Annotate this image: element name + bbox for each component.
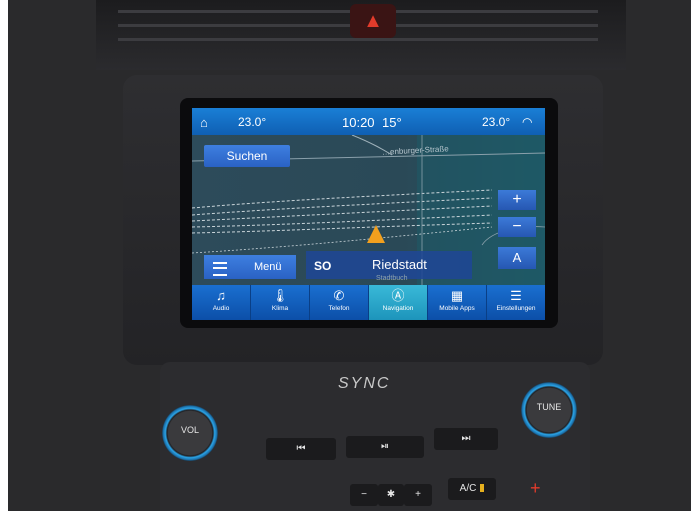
volume-knob[interactable]: VOL <box>162 405 218 461</box>
hazard-button[interactable]: ▲ <box>350 4 396 38</box>
apps-grid-icon: ▦ <box>450 288 464 303</box>
vol-label: VOL <box>180 425 199 435</box>
bottom-navigation: ♫ Audio 🌡 Klima ✆ Telefon Ⓐ Navigation ▦… <box>192 285 545 320</box>
outside-temperature: 15° <box>382 115 402 130</box>
fan-decrease-button[interactable]: − <box>350 484 378 506</box>
tab-einstellungen[interactable]: ☰ Einstellungen <box>487 285 545 320</box>
tune-knob[interactable]: TUNE <box>521 382 577 438</box>
navigation-icon: Ⓐ <box>391 288 405 303</box>
play-pause-button[interactable]: ⏯ <box>346 436 424 458</box>
tune-label: TUNE <box>536 402 562 412</box>
street-name: Riedstadt <box>372 257 427 272</box>
tab-mobile-apps[interactable]: ▦ Mobile Apps <box>428 285 487 320</box>
tab-label: Audio <box>212 305 230 312</box>
previous-track-button[interactable]: ⏮ <box>266 438 336 460</box>
clock: 10:20 <box>342 115 375 130</box>
ac-button[interactable]: A/C <box>448 478 496 500</box>
menu-button[interactable]: Menü <box>204 255 296 279</box>
navigation-map[interactable]: …enburger-Straße Suchen + − A Menü SO Ri… <box>192 135 545 285</box>
sync-screen: ⌂ 23.0° 10:20 15° 23.0° ◠ …enburger-Stra <box>192 108 545 320</box>
tab-label: Mobile Apps <box>439 305 475 312</box>
sync-logo: SYNC <box>338 375 391 392</box>
status-bar: ⌂ 23.0° 10:20 15° 23.0° ◠ <box>192 108 545 135</box>
right-temperature[interactable]: 23.0° <box>482 115 510 129</box>
vehicle-position-icon <box>367 225 385 243</box>
left-temperature[interactable]: 23.0° <box>238 115 266 129</box>
fan-icon: ✱ <box>378 484 404 506</box>
menu-label: Menü <box>254 261 282 273</box>
vent-slat <box>118 38 598 41</box>
tab-audio[interactable]: ♫ Audio <box>192 285 251 320</box>
heading-direction: SO <box>314 259 332 273</box>
search-button[interactable]: Suchen <box>204 145 290 167</box>
compass-button[interactable]: A <box>498 247 536 269</box>
ac-indicator <box>480 484 485 493</box>
thermometer-icon: 🌡 <box>271 288 289 303</box>
wifi-icon: ◠ <box>522 115 533 129</box>
fan-increase-button[interactable]: + <box>404 484 432 506</box>
map-place-label: Stadtbuch <box>376 275 408 282</box>
settings-sliders-icon: ☰ <box>510 288 522 303</box>
zoom-out-button[interactable]: − <box>498 217 536 237</box>
hamburger-icon <box>213 262 227 276</box>
tab-label: Navigation <box>382 305 414 312</box>
phone-icon: ✆ <box>333 288 345 303</box>
tab-navigation[interactable]: Ⓐ Navigation <box>369 285 428 320</box>
music-note-icon: ♫ <box>216 288 226 303</box>
temperature-up-icon[interactable]: + <box>530 478 541 499</box>
tab-telefon[interactable]: ✆ Telefon <box>310 285 369 320</box>
car-dashboard-photo: ▲ ⌂ 23.0° 10:20 15° 23.0° ◠ …enburger-St… <box>8 0 691 511</box>
next-track-button[interactable]: ⏭ <box>434 428 498 450</box>
tab-klima[interactable]: 🌡 Klima <box>251 285 310 320</box>
tab-label: Klima <box>271 305 289 312</box>
ac-label: A/C <box>459 483 477 494</box>
tab-label: Einstellungen <box>496 305 536 312</box>
tab-label: Telefon <box>328 305 350 312</box>
home-icon[interactable]: ⌂ <box>200 115 208 130</box>
zoom-in-button[interactable]: + <box>498 190 536 210</box>
